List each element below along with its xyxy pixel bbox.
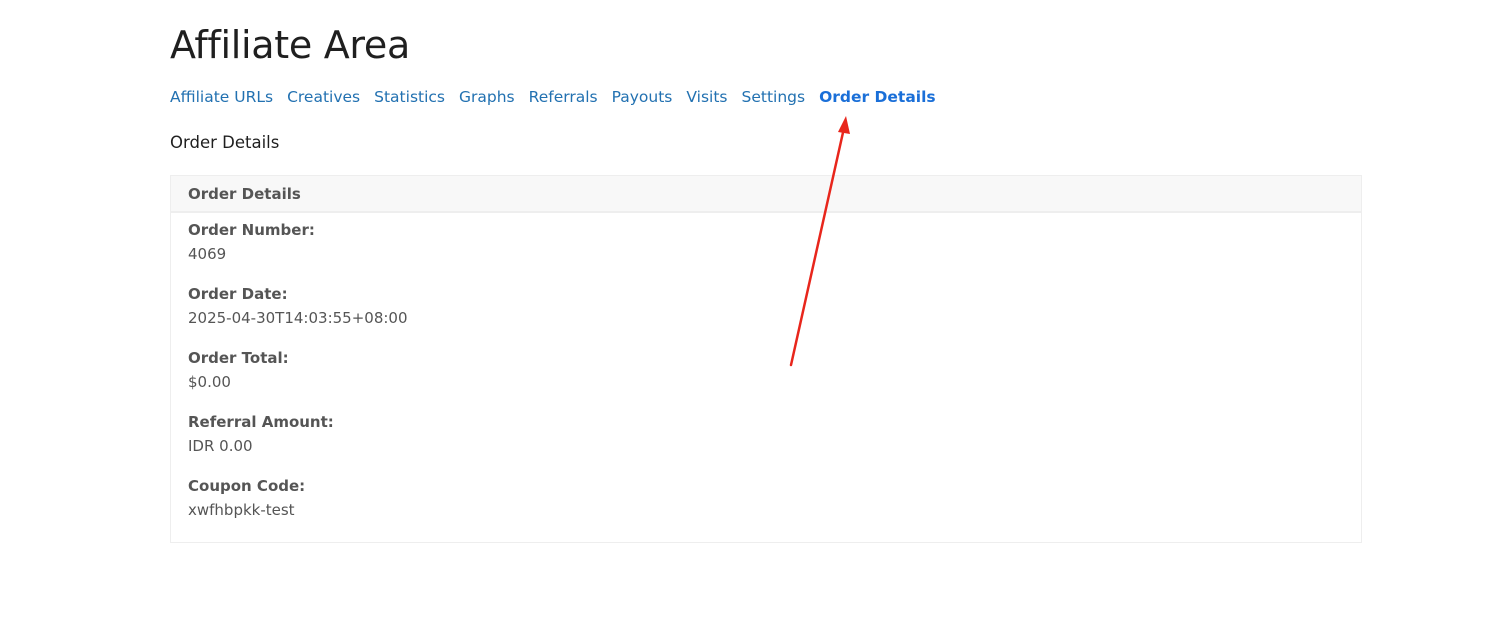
- page-title: Affiliate Area: [170, 23, 410, 67]
- tab-payouts[interactable]: Payouts: [612, 86, 673, 108]
- coupon-code-value: xwfhbpkk-test: [188, 501, 295, 519]
- card-header: Order Details: [171, 176, 1361, 213]
- order-number-field: Order Number: 4069: [188, 219, 315, 265]
- order-total-label: Order Total:: [188, 349, 289, 367]
- tab-statistics[interactable]: Statistics: [374, 86, 445, 108]
- tab-affiliate-urls[interactable]: Affiliate URLs: [170, 86, 273, 108]
- order-total-value: $0.00: [188, 373, 231, 391]
- affiliate-tabs: Affiliate URLs Creatives Statistics Grap…: [170, 86, 936, 108]
- tab-visits[interactable]: Visits: [686, 86, 727, 108]
- order-total-field: Order Total: $0.00: [188, 347, 289, 393]
- tab-creatives[interactable]: Creatives: [287, 86, 360, 108]
- section-heading: Order Details: [170, 133, 280, 152]
- annotation-arrow-head: [838, 116, 850, 134]
- referral-amount-field: Referral Amount: IDR 0.00: [188, 411, 334, 457]
- referral-amount-value: IDR 0.00: [188, 437, 253, 455]
- order-date-label: Order Date:: [188, 285, 288, 303]
- coupon-code-label: Coupon Code:: [188, 477, 306, 495]
- coupon-code-field: Coupon Code: xwfhbpkk-test: [188, 475, 305, 521]
- order-number-value: 4069: [188, 245, 227, 263]
- referral-amount-label: Referral Amount:: [188, 413, 334, 431]
- tab-order-details[interactable]: Order Details: [819, 86, 936, 108]
- order-date-field: Order Date: 2025-04-30T14:03:55+08:00: [188, 283, 408, 329]
- order-date-value: 2025-04-30T14:03:55+08:00: [188, 309, 408, 327]
- order-number-label: Order Number:: [188, 221, 315, 239]
- order-details-card: Order Details Order Number: 4069 Order D…: [170, 175, 1362, 543]
- tab-graphs[interactable]: Graphs: [459, 86, 515, 108]
- tab-settings[interactable]: Settings: [742, 86, 806, 108]
- tab-referrals[interactable]: Referrals: [529, 86, 598, 108]
